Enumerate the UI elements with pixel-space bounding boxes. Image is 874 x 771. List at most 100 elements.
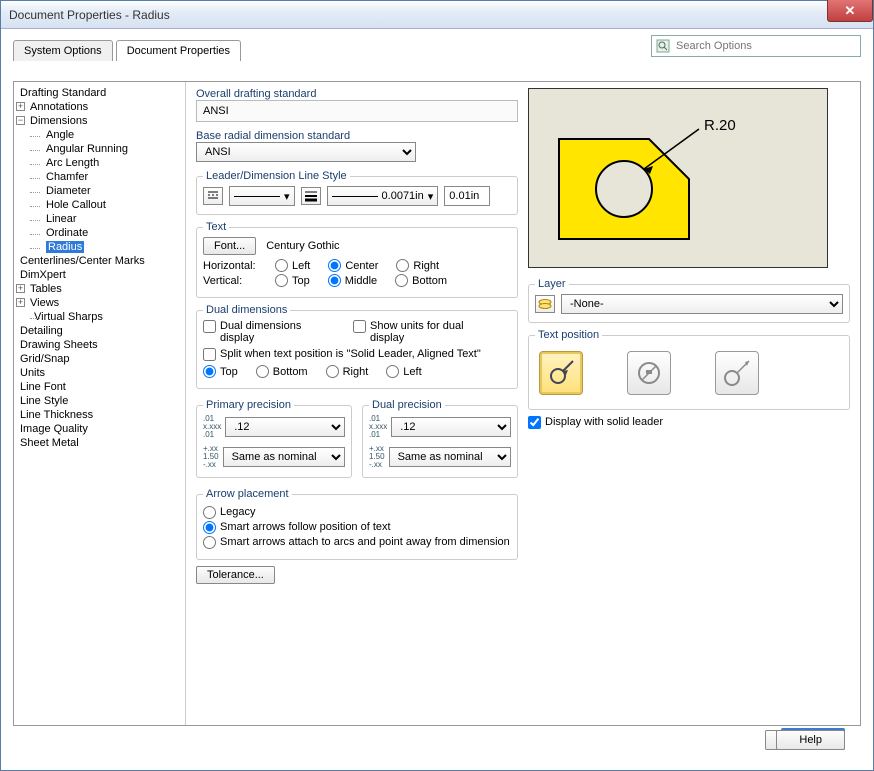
base-standard-select[interactable]: ANSI (196, 142, 416, 162)
tolerance-icon: +.xx1.50-.xx (203, 445, 219, 469)
tab-system-options[interactable]: System Options (13, 40, 113, 61)
tree-line-thickness[interactable]: Line Thickness (16, 408, 183, 422)
arrow-smart-attach[interactable]: Smart arrows attach to arcs and point aw… (203, 536, 511, 549)
line-thickness-select[interactable]: 0.0071in ▾ (327, 186, 439, 206)
dual-bottom[interactable]: Bottom (256, 365, 308, 378)
preview-panel: R.20 (528, 88, 828, 268)
tree-tables[interactable]: +Tables (16, 282, 183, 296)
window-title: Document Properties - Radius (9, 8, 170, 22)
precision-icon: .01x.xxx.01 (203, 415, 221, 439)
text-group: Text Font... Century Gothic Horizontal: … (196, 221, 518, 298)
layer-legend: Layer (535, 278, 569, 290)
collapse-icon[interactable]: − (16, 116, 25, 125)
h-center[interactable]: Center (328, 259, 378, 272)
tree-linear[interactable]: Linear (16, 212, 183, 226)
leader-style-group: Leader/Dimension Line Style ▾ 0.0071in ▾ (196, 170, 518, 215)
tree-angular-running[interactable]: Angular Running (16, 142, 183, 156)
tree-dimxpert[interactable]: DimXpert (16, 268, 183, 282)
dual-show-units-check[interactable]: Show units for dual display (353, 320, 483, 344)
dual-top[interactable]: Top (203, 365, 238, 378)
line-style-select[interactable]: ▾ (229, 186, 295, 206)
arrow-smart-follow[interactable]: Smart arrows follow position of text (203, 521, 511, 534)
tolerance-button[interactable]: Tolerance... (196, 566, 275, 584)
layer-select[interactable]: -None- (561, 294, 843, 314)
dual-split-check[interactable]: Split when text position is "Solid Leade… (203, 348, 511, 361)
tree-sheet-metal[interactable]: Sheet Metal (16, 436, 183, 450)
tree-drawing-sheets[interactable]: Drawing Sheets (16, 338, 183, 352)
tree-line-font[interactable]: Line Font (16, 380, 183, 394)
expand-icon[interactable]: + (16, 284, 25, 293)
tree-chamfer[interactable]: Chamfer (16, 170, 183, 184)
dual-display-check[interactable]: Dual dimensions display (203, 320, 323, 344)
expand-icon[interactable]: + (16, 102, 25, 111)
display-solid-leader-check[interactable]: Display with solid leader (528, 416, 850, 429)
dialog-body: System Options Document Properties Draft… (1, 29, 873, 770)
dual-left[interactable]: Left (386, 365, 421, 378)
dual-precision-select[interactable]: .12 (391, 417, 511, 437)
font-name-label: Century Gothic (266, 240, 339, 252)
dual-precision-legend: Dual precision (369, 399, 445, 411)
v-top[interactable]: Top (275, 274, 310, 287)
tree-grid-snap[interactable]: Grid/Snap (16, 352, 183, 366)
tree-ordinate[interactable]: Ordinate (16, 226, 183, 240)
tree-diameter[interactable]: Diameter (16, 184, 183, 198)
preview-drawing (529, 89, 829, 269)
tree-angle[interactable]: Angle (16, 128, 183, 142)
v-bottom[interactable]: Bottom (395, 274, 447, 287)
v-middle[interactable]: Middle (328, 274, 377, 287)
text-position-legend: Text position (535, 329, 602, 341)
tree-hole-callout[interactable]: Hole Callout (16, 198, 183, 212)
titlebar: Document Properties - Radius ✕ (1, 1, 873, 29)
tree-units[interactable]: Units (16, 366, 183, 380)
tree-centerlines[interactable]: Centerlines/Center Marks (16, 254, 183, 268)
primary-tol-select[interactable]: Same as nominal (223, 447, 345, 467)
textpos-option-2[interactable] (627, 351, 671, 395)
arrow-placement-legend: Arrow placement (203, 488, 292, 500)
leader-gap-input[interactable] (444, 186, 490, 206)
tree-line-style[interactable]: Line Style (16, 394, 183, 408)
tab-document-properties[interactable]: Document Properties (116, 40, 241, 61)
right-column: R.20 Layer -None- Text position (528, 88, 850, 429)
tree-views[interactable]: +Views (16, 296, 183, 310)
search-box[interactable] (651, 35, 861, 57)
tree-dimensions[interactable]: −Dimensions (16, 114, 183, 128)
layer-group: Layer -None- (528, 278, 850, 323)
dual-precision-group: Dual precision .01x.xxx.01 .12 +.xx1.50-… (362, 399, 518, 478)
dual-tol-select[interactable]: Same as nominal (389, 447, 511, 467)
main-panel: Drafting Standard +Annotations −Dimensio… (13, 81, 861, 726)
content-area: Overall drafting standard ANSI Base radi… (186, 82, 860, 725)
help-button[interactable]: Help (776, 730, 845, 750)
tree-image-quality[interactable]: Image Quality (16, 422, 183, 436)
textpos-option-1[interactable] (539, 351, 583, 395)
text-legend: Text (203, 221, 229, 233)
dialog-window: Document Properties - Radius ✕ System Op… (0, 0, 874, 771)
textpos-option-3[interactable] (715, 351, 759, 395)
arrow-legacy[interactable]: Legacy (203, 506, 511, 519)
arrow-placement-group: Arrow placement Legacy Smart arrows foll… (196, 488, 518, 560)
extension-line-icon[interactable] (203, 187, 223, 205)
line-weight-icon[interactable] (301, 187, 321, 205)
tree-virtual-sharps[interactable]: Virtual Sharps (16, 310, 183, 324)
base-standard-label: Base radial dimension standard (196, 130, 518, 142)
font-button[interactable]: Font... (203, 237, 256, 255)
primary-precision-legend: Primary precision (203, 399, 294, 411)
tree-arc-length[interactable]: Arc Length (16, 156, 183, 170)
precision-icon: .01x.xxx.01 (369, 415, 387, 439)
h-right[interactable]: Right (396, 259, 439, 272)
dual-right[interactable]: Right (326, 365, 369, 378)
overall-standard-value: ANSI (196, 100, 518, 122)
search-icon (656, 39, 670, 53)
tree-drafting-standard[interactable]: Drafting Standard (16, 86, 183, 100)
left-column: Overall drafting standard ANSI Base radi… (196, 88, 518, 584)
tree-radius[interactable]: Radius (16, 240, 183, 254)
primary-precision-select[interactable]: .12 (225, 417, 345, 437)
tree-annotations[interactable]: +Annotations (16, 100, 183, 114)
tree-detailing[interactable]: Detailing (16, 324, 183, 338)
h-left[interactable]: Left (275, 259, 310, 272)
expand-icon[interactable]: + (16, 298, 25, 307)
primary-precision-group: Primary precision .01x.xxx.01 .12 +.xx1.… (196, 399, 352, 478)
close-icon: ✕ (845, 3, 856, 19)
close-button[interactable]: ✕ (827, 0, 873, 22)
nav-tree[interactable]: Drafting Standard +Annotations −Dimensio… (14, 82, 186, 725)
search-input[interactable] (674, 39, 856, 53)
